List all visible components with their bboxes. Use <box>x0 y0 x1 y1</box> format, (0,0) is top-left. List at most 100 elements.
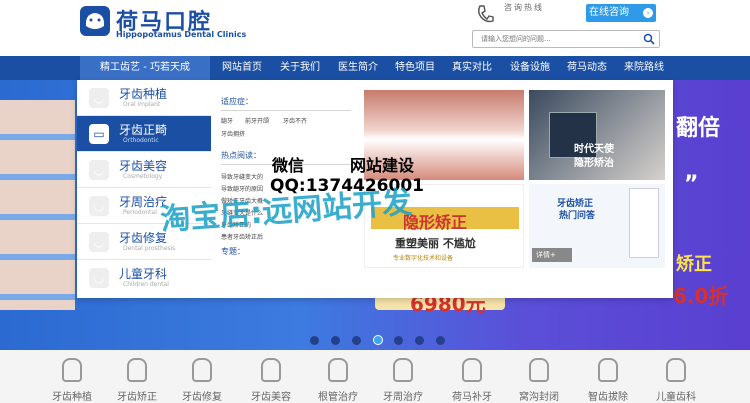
menu-item-children[interactable]: ◡ 儿童牙科 Children dental <box>77 260 211 296</box>
menu-item-sub: Orthodontic <box>123 137 159 144</box>
menu-item-sub: Dental prosthesis <box>123 245 176 252</box>
nav-item-home[interactable]: 网站首页 <box>222 56 262 80</box>
service-label: 牙齿矫正 <box>117 392 157 403</box>
qa-subtitle: 热门问答 <box>559 211 596 221</box>
hero-right-sub: 矫正 <box>676 254 712 275</box>
nav-item-route[interactable]: 来院路线 <box>624 56 664 80</box>
indication-tag[interactable]: 龅牙 <box>221 116 233 125</box>
nav-item-equipment[interactable]: 设备设施 <box>510 56 550 80</box>
slider-dot[interactable] <box>436 336 445 345</box>
slider-dot[interactable] <box>331 336 340 345</box>
services-bar: 牙齿种植 牙齿矫正 牙齿修复 牙齿美容 根管治疗 牙周治疗 荷马补牙 窝沟封闭 … <box>0 350 750 403</box>
menu-item-sub: Children dental <box>123 281 169 288</box>
slider-dot[interactable] <box>310 336 319 345</box>
menu-item-sub: Periodontal <box>123 209 157 216</box>
nav-item-doctors[interactable]: 医生简介 <box>338 56 378 80</box>
logo-hippo-icon[interactable] <box>80 6 110 36</box>
slider-dot[interactable] <box>415 336 424 345</box>
service-children[interactable]: 儿童齿科 <box>640 350 712 403</box>
service-repair[interactable]: 牙齿修复 <box>166 350 238 403</box>
service-filling[interactable]: 荷马补牙 <box>436 350 508 403</box>
header: 荷马口腔 Hippopotamus Dental Clinics 咨询热线 在线… <box>0 0 750 56</box>
logo-text-en: Hippopotamus Dental Clinics <box>116 30 247 39</box>
tooth-icon: ◡ <box>89 88 109 108</box>
angel-aligner-text: 时代天使 隐形矫治 <box>574 144 614 169</box>
tooth-icon <box>192 358 212 382</box>
service-label: 窝沟封闭 <box>519 392 559 403</box>
article-link[interactable]: 做矫正牙齿大概 <box>221 196 299 205</box>
promo-footer: 专业数字化技术和设备 <box>393 255 454 262</box>
arrow-right-icon: › <box>643 8 653 18</box>
services-mega-menu: ◡ 牙齿种植 Oral implant ▭ 牙齿正畸 Orthodontic ◡… <box>77 80 673 298</box>
nav-item-compare[interactable]: 真实对比 <box>452 56 492 80</box>
menu-item-label: 儿童牙科 <box>119 267 168 281</box>
service-label: 荷马补牙 <box>452 392 492 403</box>
indication-tag[interactable]: 前牙开颌 <box>245 116 269 125</box>
service-label: 牙周治疗 <box>383 392 423 403</box>
service-wisdom-tooth[interactable]: 智齿拔除 <box>572 350 644 403</box>
online-consult-button[interactable]: 在线咨询 › <box>586 4 656 22</box>
menu-item-implant[interactable]: ◡ 牙齿种植 Oral implant <box>77 80 211 116</box>
search-box <box>472 30 660 48</box>
article-link[interactable]: 导致龅牙的原因 <box>221 184 299 193</box>
service-sealant[interactable]: 窝沟封闭 <box>503 350 575 403</box>
slider-dot[interactable] <box>352 336 361 345</box>
service-orthodontic[interactable]: 牙齿矫正 <box>101 350 173 403</box>
online-consult-label: 在线咨询 <box>589 7 629 18</box>
tooth-icon <box>666 358 686 382</box>
tooth-icon: ◡ <box>89 160 109 180</box>
topic-title: 专题： <box>221 247 245 256</box>
braces-icon: ▭ <box>89 124 109 144</box>
tooth-icon <box>393 358 413 382</box>
service-periodontal[interactable]: 牙周治疗 <box>367 350 439 403</box>
menu-item-prosthesis[interactable]: ◡ 牙齿修复 Dental prosthesis <box>77 224 211 260</box>
slider-dot-active[interactable] <box>373 335 383 345</box>
nav-item-about[interactable]: 关于我们 <box>280 56 320 80</box>
nav-item-news[interactable]: 荷马动态 <box>567 56 607 80</box>
service-label: 牙齿种植 <box>52 392 92 403</box>
hot-reading-title: 热点阅读： <box>221 151 261 160</box>
search-icon[interactable] <box>643 33 655 45</box>
menu-item-cosmetology[interactable]: ◡ 牙齿美容 Cosmetology <box>77 152 211 188</box>
indication-tag[interactable]: 牙齿拥挤 <box>221 129 245 138</box>
nav-slogan[interactable]: 精工齿艺 - 巧若天成 <box>80 56 210 80</box>
service-root-canal[interactable]: 根管治疗 <box>302 350 374 403</box>
search-input[interactable] <box>473 31 633 47</box>
service-cosmetic[interactable]: 牙齿美容 <box>235 350 307 403</box>
article-link[interactable]: 牙缝变大是什么 <box>221 208 299 217</box>
tooth-icon <box>598 358 618 382</box>
article-link[interactable]: 患者牙齿矫正后 <box>221 232 299 241</box>
slider-dot[interactable] <box>394 336 403 345</box>
service-label: 根管治疗 <box>318 392 358 403</box>
tooth-icon <box>529 358 549 382</box>
main-nav: 精工齿艺 - 巧若天成 网站首页 关于我们 医生简介 特色项目 真实对比 设备设… <box>0 56 750 80</box>
article-link[interactable]: 导致牙缝变大的 <box>221 172 299 181</box>
indication-tag[interactable]: 牙齿不齐 <box>283 116 307 125</box>
hero-smile-photos <box>0 100 75 310</box>
menu-item-orthodontic[interactable]: ▭ 牙齿正畸 Orthodontic <box>77 116 211 152</box>
menu-item-label: 牙齿正畸 <box>119 123 168 137</box>
menu-item-label: 牙齿种植 <box>119 87 168 101</box>
quote-icon: ” <box>684 172 699 197</box>
hero-right-title: 翻倍 <box>676 116 721 141</box>
article-link[interactable]: 牙齿矫正的 <box>221 220 299 229</box>
indications-title: 适应症： <box>221 97 253 106</box>
divider <box>221 164 351 165</box>
microscope-icon <box>127 358 147 382</box>
tooth-icon: ◡ <box>89 232 109 252</box>
orthodontic-info-panel: 适应症： 龅牙 前牙开颌 牙齿不齐 牙齿拥挤 热点阅读： 导致牙缝变大的 导致龅… <box>221 80 361 298</box>
phone-icon <box>478 5 494 23</box>
angel-aligner-photo[interactable]: 时代天使 隐形矫治 <box>529 90 665 180</box>
divider <box>221 110 351 111</box>
service-implant[interactable]: 牙齿种植 <box>36 350 108 403</box>
angel-aligner-tag: 时代天使 隐形矫治 <box>549 112 614 169</box>
menu-item-label: 牙齿美容 <box>119 159 168 173</box>
aligner-teeth-photo[interactable] <box>364 90 524 180</box>
promo-subtitle: 重塑美丽 不尴尬 <box>395 237 476 250</box>
invisible-aligner-promo[interactable]: 隐形矫正 重塑美丽 不尴尬 专业数字化技术和设备 <box>364 184 524 268</box>
menu-item-sub: Cosmetology <box>123 173 163 180</box>
menu-item-periodontal[interactable]: ◡ 牙周治疗 Periodontal <box>77 188 211 224</box>
qa-detail-button[interactable]: 详情+ <box>532 248 572 262</box>
nav-item-featured[interactable]: 特色项目 <box>395 56 435 80</box>
page: 荷马口腔 Hippopotamus Dental Clinics 咨询热线 在线… <box>0 0 750 403</box>
